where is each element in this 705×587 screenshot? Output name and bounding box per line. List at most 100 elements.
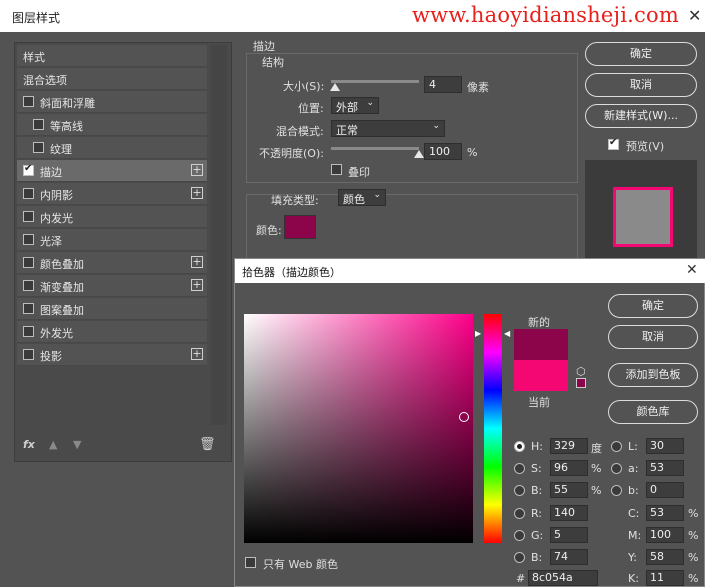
new-style-button[interactable]: 新建样式(W)... <box>585 104 697 128</box>
k-input[interactable]: 11 <box>646 570 684 586</box>
style-item[interactable]: 外发光 <box>17 321 207 343</box>
styles-header[interactable]: 样式 <box>17 45 207 67</box>
size-slider[interactable] <box>331 80 419 83</box>
style-item[interactable]: 光泽 <box>17 229 207 251</box>
hue-arrow-right-icon[interactable]: ◀ <box>504 329 510 338</box>
hue-slider[interactable] <box>484 314 502 543</box>
style-item[interactable]: 图案叠加 <box>17 298 207 320</box>
structure-title: 结构 <box>262 56 284 69</box>
opacity-slider-thumb[interactable] <box>414 150 424 158</box>
style-item[interactable]: 混合选项 <box>17 68 207 90</box>
stroke-color-swatch[interactable] <box>284 215 316 239</box>
style-item[interactable]: 描边 + <box>17 160 207 182</box>
r-input[interactable]: 140 <box>550 505 588 521</box>
style-item[interactable]: 颜色叠加 + <box>17 252 207 274</box>
style-item-checkbox[interactable] <box>23 349 34 360</box>
style-item[interactable]: 渐变叠加 + <box>17 275 207 297</box>
style-item-checkbox[interactable] <box>23 303 34 314</box>
style-item-checkbox[interactable] <box>23 188 34 199</box>
saturation-brightness-field[interactable] <box>244 314 473 543</box>
close-icon[interactable]: ✕ <box>688 6 701 25</box>
size-unit: 像素 <box>467 81 489 94</box>
a-label: a: <box>628 462 639 475</box>
style-item[interactable]: 纹理 <box>17 137 207 159</box>
size-slider-thumb[interactable] <box>330 83 341 91</box>
preview-checkbox[interactable] <box>608 137 619 150</box>
overprint-checkbox[interactable] <box>331 164 342 175</box>
h-radio[interactable] <box>514 441 525 452</box>
r-radio[interactable] <box>514 508 525 519</box>
styles-header-label: 样式 <box>23 51 45 64</box>
lab-b-input[interactable]: 0 <box>646 482 684 498</box>
s-radio[interactable] <box>514 463 525 474</box>
add-effect-icon[interactable]: + <box>191 279 203 291</box>
style-item-checkbox[interactable] <box>23 234 34 245</box>
l-label: L: <box>628 440 638 453</box>
picker-cancel-button[interactable]: 取消 <box>608 325 698 349</box>
move-down-icon[interactable]: ▼ <box>73 438 81 451</box>
s-input[interactable]: 96 <box>550 460 588 476</box>
chevron-down-icon: ⌄ <box>366 98 374 108</box>
hex-input[interactable]: 8c054a <box>528 570 598 586</box>
blue-radio[interactable] <box>514 552 525 563</box>
a-radio[interactable] <box>611 463 622 474</box>
g-radio[interactable] <box>514 530 525 541</box>
cube-icon[interactable]: ⬡ <box>576 365 586 378</box>
style-item-checkbox[interactable] <box>23 211 34 222</box>
style-item-checkbox[interactable] <box>23 96 34 107</box>
style-item-label: 斜面和浮雕 <box>40 97 95 110</box>
b-radio[interactable] <box>514 485 525 496</box>
l-input[interactable]: 30 <box>646 438 684 454</box>
opacity-input[interactable]: 100 <box>424 143 462 160</box>
add-effect-icon[interactable]: + <box>191 164 203 176</box>
blend-mode-select[interactable]: 正常 ⌄ <box>331 120 445 137</box>
color-cursor[interactable] <box>459 412 469 422</box>
a-input[interactable]: 53 <box>646 460 684 476</box>
trash-icon[interactable]: 🗑 <box>199 437 216 452</box>
style-item-checkbox[interactable] <box>33 119 44 130</box>
add-to-swatches-button[interactable]: 添加到色板 <box>608 363 698 387</box>
cancel-button[interactable]: 取消 <box>585 73 697 97</box>
b-input[interactable]: 55 <box>550 482 588 498</box>
g-input[interactable]: 5 <box>550 527 588 543</box>
style-item[interactable]: 投影 + <box>17 344 207 366</box>
style-item-checkbox[interactable] <box>23 257 34 268</box>
position-select[interactable]: 外部 ⌄ <box>331 97 379 114</box>
add-effect-icon[interactable]: + <box>191 348 203 360</box>
style-item-checkbox[interactable] <box>33 142 44 153</box>
h-input[interactable]: 329 <box>550 438 588 454</box>
m-input[interactable]: 100 <box>646 527 684 543</box>
fx-button[interactable]: fx <box>23 438 35 451</box>
add-effect-icon[interactable]: + <box>191 256 203 268</box>
lab-b-radio[interactable] <box>611 485 622 496</box>
c-label: C: <box>628 507 640 520</box>
style-item-checkbox[interactable] <box>23 163 34 176</box>
style-item-checkbox[interactable] <box>23 280 34 291</box>
fill-type-select[interactable]: 颜色 ⌄ <box>338 189 386 206</box>
opacity-slider[interactable] <box>331 147 419 150</box>
picker-close-icon[interactable]: ✕ <box>686 262 698 278</box>
size-input[interactable]: 4 <box>424 76 462 93</box>
title-bar: 图层样式 www.haoyidiansheji.com ✕ <box>0 0 705 32</box>
blue-input[interactable]: 74 <box>550 549 588 565</box>
c-input[interactable]: 53 <box>646 505 684 521</box>
web-only-checkbox[interactable] <box>245 557 256 568</box>
style-item[interactable]: 内发光 <box>17 206 207 228</box>
current-color-swatch[interactable] <box>514 360 568 391</box>
picker-ok-button[interactable]: 确定 <box>608 294 698 318</box>
styles-scrollbar[interactable] <box>211 45 227 425</box>
color-libraries-button[interactable]: 颜色库 <box>608 400 698 424</box>
style-item[interactable]: 等高线 <box>17 114 207 136</box>
style-item-checkbox[interactable] <box>23 326 34 337</box>
k-unit: % <box>688 572 699 585</box>
style-item[interactable]: 斜面和浮雕 <box>17 91 207 113</box>
move-up-icon[interactable]: ▲ <box>49 438 57 451</box>
ok-button[interactable]: 确定 <box>585 42 697 66</box>
style-item[interactable]: 内阴影 + <box>17 183 207 205</box>
hue-arrow-left-icon[interactable]: ▶ <box>475 329 481 338</box>
gamut-warning-swatch[interactable] <box>576 378 586 388</box>
add-effect-icon[interactable]: + <box>191 187 203 199</box>
style-item-label: 渐变叠加 <box>40 281 84 294</box>
l-radio[interactable] <box>611 441 622 452</box>
y-input[interactable]: 58 <box>646 549 684 565</box>
